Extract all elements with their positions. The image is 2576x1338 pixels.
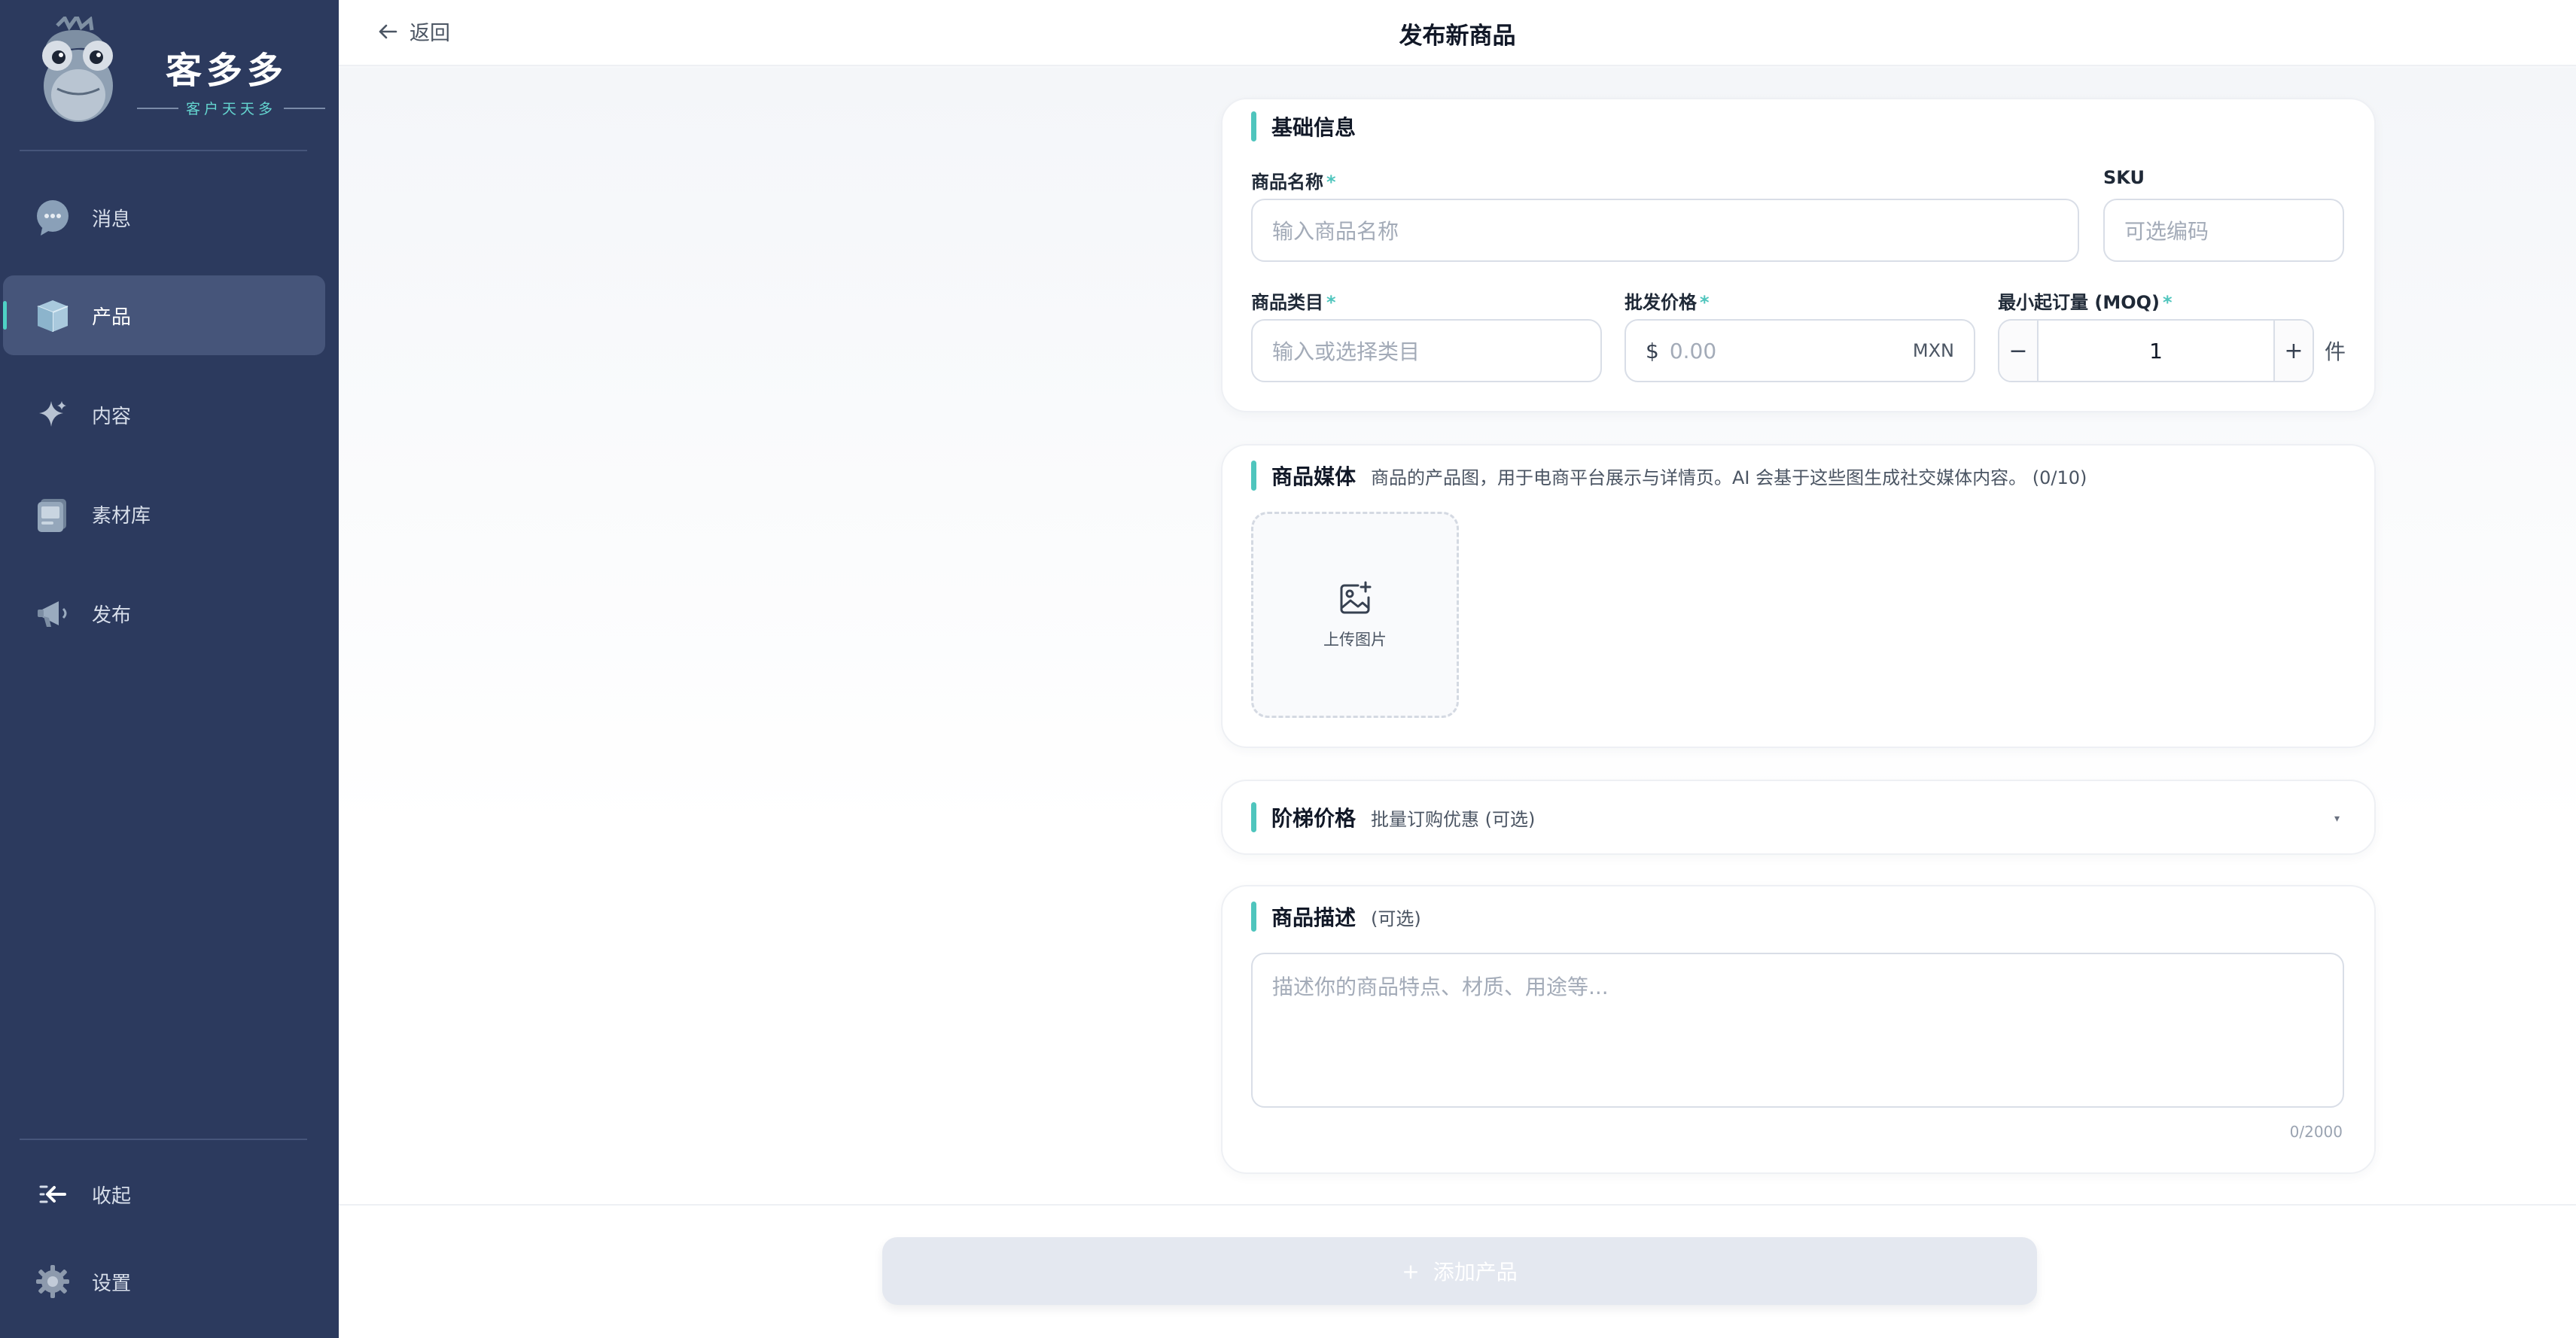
sidebar-item-materials[interactable]: 素材库 [3, 474, 325, 554]
price-placeholder: 0.00 [1669, 338, 1717, 363]
category-label-text: 商品类目 [1251, 292, 1323, 313]
add-product-button[interactable]: + 添加产品 [882, 1237, 2037, 1305]
tier-pricing-header: 阶梯价格 批量订购优惠 (可选) [1251, 802, 1535, 832]
category-input[interactable]: 输入或选择类目 [1251, 319, 1602, 382]
description-subtitle: (可选) [1371, 908, 1421, 929]
section-accent-bar [1251, 461, 1256, 491]
chevron-down-icon[interactable]: ▾ [2334, 813, 2340, 825]
currency-code: MXN [1912, 340, 1954, 361]
chameleon-logo-icon [42, 17, 113, 122]
upload-image-label: 上传图片 [1323, 631, 1387, 649]
top-header: 返回 发布新商品 [339, 0, 2576, 66]
main-content: 基础信息 商品名称 * 输入商品名称 SKU 可选编码 商品类目 * 输入或选择类目… [339, 68, 2576, 1338]
sidebar-item-label: 素材库 [92, 504, 151, 528]
description-header: 商品描述 (可选) [1251, 902, 1421, 932]
moq-increment-button[interactable]: + [2275, 321, 2313, 381]
sku-input[interactable]: 可选编码 [2103, 199, 2344, 262]
description-card: 商品描述 (可选) 描述你的商品特点、材质、用途等... 0/2000 [1221, 885, 2376, 1174]
product-name-placeholder: 输入商品名称 [1272, 219, 1399, 244]
sidebar-item-publish[interactable]: 发布 [3, 573, 325, 653]
section-title: 商品描述 [1271, 905, 1357, 930]
footer-divider [339, 1204, 2576, 1206]
sidebar-item-label: 消息 [92, 208, 132, 231]
tier-pricing-card[interactable]: 阶梯价格 批量订购优惠 (可选) ▾ [1221, 780, 2376, 855]
sidebar-item-label: 收起 [92, 1184, 132, 1208]
product-name-label: 商品名称 * [1251, 167, 1336, 193]
image-add-icon [1340, 581, 1372, 614]
basic-info-header: 基础信息 [1251, 111, 1356, 141]
tier-pricing-subtitle: 批量订购优惠 (可选) [1371, 808, 1536, 830]
page-title: 发布新商品 [1399, 23, 1516, 50]
brand[interactable]: 客多多 客户天天多 [23, 14, 326, 126]
plus-icon: + [1402, 1258, 1420, 1284]
product-name-label-text: 商品名称 [1251, 172, 1323, 193]
section-accent-bar [1251, 902, 1256, 932]
moq-value-input[interactable]: 1 [2037, 321, 2275, 381]
media-header: 商品媒体 商品的产品图，用于电商平台展示与详情页。AI 会基于这些图生成社交媒体… [1251, 461, 2087, 491]
gallery-icon [33, 494, 72, 534]
product-name-input[interactable]: 输入商品名称 [1251, 199, 2079, 262]
sidebar-divider-top [20, 150, 307, 151]
sidebar-item-messages[interactable]: 消息 [3, 178, 325, 257]
box-icon [33, 296, 72, 335]
moq-decrement-button[interactable]: − [1999, 321, 2037, 381]
sidebar-item-label: 内容 [92, 405, 132, 428]
sidebar-item-label: 设置 [92, 1272, 132, 1295]
price-input[interactable]: $ 0.00 MXN [1624, 319, 1975, 382]
section-title: 商品媒体 [1271, 464, 1357, 489]
sku-label-text: SKU [2103, 167, 2145, 188]
character-counter: 0/2000 [2289, 1123, 2343, 1141]
category-label: 商品类目 * [1251, 287, 1336, 314]
sidebar-divider-bottom [20, 1139, 307, 1140]
sparkle-icon [33, 395, 72, 434]
section-title: 阶梯价格 [1271, 806, 1357, 831]
required-mark: * [1326, 172, 1336, 193]
sidebar: 客多多 客户天天多 消息 产品 内容 素材库 发布 收起 设置 [0, 0, 339, 1338]
media-card: 商品媒体 商品的产品图，用于电商平台展示与详情页。AI 会基于这些图生成社交媒体… [1221, 444, 2376, 748]
sidebar-item-products[interactable]: 产品 [3, 275, 325, 355]
sidebar-settings-button[interactable]: 设置 [3, 1242, 325, 1321]
moq-stepper: − 1 + [1998, 319, 2314, 382]
gear-icon [33, 1262, 72, 1301]
collapse-arrow-icon [33, 1175, 72, 1214]
chat-bubble-icon [33, 198, 72, 237]
required-mark: * [1700, 292, 1710, 313]
brand-slogan-text: 客户天天多 [186, 101, 277, 117]
sidebar-item-label: 产品 [92, 306, 132, 329]
currency-symbol: $ [1646, 338, 1659, 363]
price-label: 批发价格 * [1624, 287, 1710, 314]
basic-info-card: 基础信息 商品名称 * 输入商品名称 SKU 可选编码 商品类目 * 输入或选择类目… [1221, 98, 2376, 412]
sku-placeholder: 可选编码 [2124, 219, 2209, 244]
section-accent-bar [1251, 111, 1256, 141]
moq-unit: 件 [2325, 339, 2346, 364]
section-accent-bar [1251, 802, 1256, 832]
moq-label-text: 最小起订量 (MOQ) [1998, 292, 2160, 313]
description-placeholder: 描述你的商品特点、材质、用途等... [1272, 975, 1609, 999]
upload-image-button[interactable]: 上传图片 [1251, 512, 1459, 718]
sidebar-collapse-button[interactable]: 收起 [3, 1154, 325, 1234]
category-placeholder: 输入或选择类目 [1272, 339, 1420, 364]
moq-label: 最小起订量 (MOQ) * [1998, 287, 2173, 314]
megaphone-icon [33, 594, 72, 633]
add-product-label: 添加产品 [1433, 1260, 1518, 1285]
price-label-text: 批发价格 [1624, 292, 1697, 313]
sidebar-item-label: 发布 [92, 604, 132, 627]
description-textarea[interactable]: 描述你的商品特点、材质、用途等... [1251, 953, 2344, 1108]
sku-label: SKU [2103, 167, 2145, 188]
required-mark: * [1326, 292, 1336, 313]
required-mark: * [2162, 292, 2173, 313]
brand-slogan: 客户天天多 [137, 98, 326, 118]
brand-name: 客多多 [166, 50, 288, 92]
section-title: 基础信息 [1271, 115, 1357, 140]
media-hint: 商品的产品图，用于电商平台展示与详情页。AI 会基于这些图生成社交媒体内容。 (… [1371, 467, 2087, 488]
sidebar-item-content[interactable]: 内容 [3, 375, 325, 455]
